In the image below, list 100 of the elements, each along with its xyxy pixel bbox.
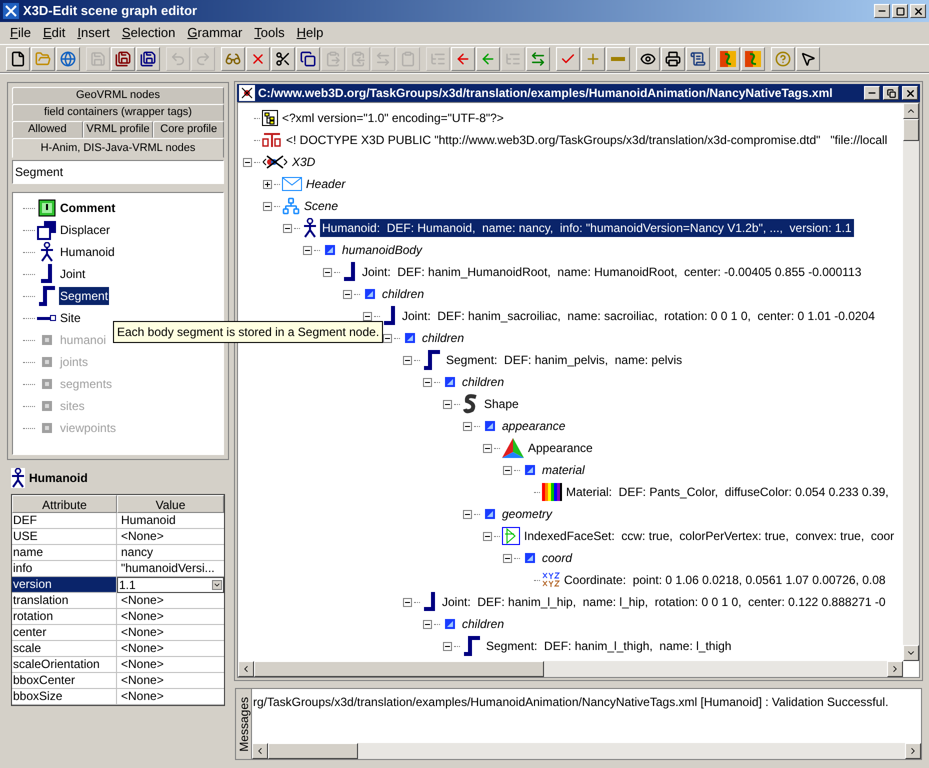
move-up-button[interactable] [476, 47, 500, 71]
expand-toggle[interactable] [422, 378, 432, 386]
cut-button[interactable] [271, 47, 295, 71]
tree-node[interactable]: children [420, 329, 466, 347]
tree-node[interactable]: Segment: DEF: hanim_l_thigh, name: l_thigh [484, 637, 734, 655]
palette-item[interactable]: Segment [59, 287, 110, 305]
help-button[interactable] [771, 47, 795, 71]
tree-node[interactable]: X3D [290, 153, 318, 171]
save-all-button[interactable] [136, 47, 160, 71]
context-help-button[interactable] [796, 47, 820, 71]
palette-item[interactable]: Humanoid [59, 243, 116, 261]
attribute-cell[interactable]: scaleOrientation [12, 657, 117, 673]
tree-node[interactable]: Material: DEF: Pants_Color, diffuseColor: 0.054 0.233 0.39, [564, 483, 891, 501]
collapse-button[interactable] [606, 47, 630, 71]
validate-button[interactable] [556, 47, 580, 71]
copy-button[interactable] [296, 47, 320, 71]
tree-node[interactable]: children [460, 615, 506, 633]
tree-node[interactable]: Scene [302, 197, 340, 215]
horizontal-scrollbar[interactable] [238, 661, 903, 677]
tree-node[interactable]: geometry [500, 505, 554, 523]
expand-toggle[interactable] [502, 554, 512, 562]
attribute-cell[interactable]: bboxSize [12, 689, 117, 705]
expand-toggle[interactable] [262, 180, 272, 188]
attribute-cell[interactable]: translation [12, 593, 117, 609]
expand-toggle[interactable] [362, 312, 372, 320]
find-button[interactable] [221, 47, 245, 71]
column-header[interactable]: Attribute [12, 495, 117, 513]
tree-node[interactable]: Joint: DEF: hanim_sacroiliac, name: sacroiliac, rotation: 0 0 1 0, center: 0 1.01 -0.0204 [400, 307, 877, 325]
tree-node[interactable]: Header [304, 175, 348, 193]
attribute-cell[interactable]: USE [12, 529, 117, 545]
tree-node[interactable]: Humanoid: DEF: Humanoid, name: nancy, info: "humanoidVersion=Nancy V1.2b", ..., version: 1.1 [320, 219, 854, 237]
attribute-cell[interactable]: name [12, 545, 117, 561]
column-header[interactable]: Value [117, 495, 224, 513]
close-button[interactable] [910, 4, 926, 18]
scroll-thumb[interactable] [254, 661, 544, 677]
script-button[interactable] [686, 47, 710, 71]
stylesheet-button[interactable] [716, 47, 740, 71]
tree-node[interactable]: Segment: DEF: hanim_pelvis, name: pelvis [444, 351, 684, 369]
menu-item[interactable]: Insert [71, 23, 116, 43]
reorder-button[interactable] [526, 47, 550, 71]
tree-node[interactable]: humanoidBody [340, 241, 424, 259]
expand-toggle[interactable] [242, 158, 252, 166]
open-button[interactable] [31, 47, 55, 71]
expand-toggle[interactable] [442, 642, 452, 650]
move-left-button[interactable] [451, 47, 475, 71]
menu-item[interactable]: Help [290, 23, 330, 43]
tree-node[interactable]: Joint: DEF: hanim_l_hip, name: l_hip, rotation: 0 0 1 0, center: 0.122 0.888271 -0 [440, 593, 888, 611]
palette-tab[interactable]: VRML profile [82, 121, 154, 138]
view-button[interactable] [636, 47, 660, 71]
palette-tab[interactable]: field containers (wrapper tags) [12, 104, 224, 121]
expand-toggle[interactable] [402, 598, 412, 606]
vertical-scrollbar[interactable] [903, 103, 919, 661]
expand-toggle[interactable] [502, 466, 512, 474]
menu-item[interactable]: Grammar [181, 23, 248, 43]
palette-item[interactable]: Displacer [59, 221, 112, 239]
expand-toggle[interactable] [342, 290, 352, 298]
web-button[interactable] [56, 47, 80, 71]
tree-node[interactable]: children [460, 373, 506, 391]
tree-node[interactable]: IndexedFaceSet: ccw: true, colorPerVertex: true, convex: true, coor [522, 527, 896, 545]
minimize-button[interactable] [864, 86, 880, 100]
attribute-cell[interactable]: scale [12, 641, 117, 657]
expand-toggle[interactable] [482, 532, 492, 540]
attribute-cell[interactable]: version [12, 577, 117, 593]
horizontal-scrollbar[interactable] [252, 743, 921, 759]
menu-item[interactable]: Selection [116, 23, 182, 43]
palette-tab[interactable]: GeoVRML nodes [12, 87, 224, 104]
tree-node[interactable]: Coordinate: point: 0 1.06 0.0218, 0.0561 1.07 0.00726, 0.08 [562, 571, 888, 589]
tree-node[interactable]: coord [540, 549, 574, 567]
minimize-button[interactable] [874, 4, 890, 18]
print-button[interactable] [661, 47, 685, 71]
close-button[interactable] [902, 86, 918, 100]
tree-node[interactable]: children [380, 285, 426, 303]
attribute-cell[interactable]: DEF [12, 513, 117, 529]
tree-node[interactable]: appearance [500, 417, 568, 435]
palette-tab[interactable]: H-Anim, DIS-Java-VRML nodes [12, 138, 224, 158]
expand-toggle[interactable] [462, 422, 472, 430]
expand-toggle[interactable] [282, 224, 292, 232]
save-as-button[interactable] [111, 47, 135, 71]
expand-button[interactable] [581, 47, 605, 71]
expand-toggle[interactable] [442, 400, 452, 408]
scroll-thumb[interactable] [903, 119, 919, 141]
new-button[interactable] [6, 47, 30, 71]
attribute-cell[interactable]: bboxCenter [12, 673, 117, 689]
delete-button[interactable] [246, 47, 270, 71]
maximize-button[interactable] [892, 4, 908, 18]
tree-node[interactable]: material [540, 461, 587, 479]
tree-node[interactable]: Joint: DEF: hanim_HumanoidRoot, name: HumanoidRoot, center: -0.00405 0.855 -0.000113 [360, 263, 864, 281]
menu-item[interactable]: Edit [36, 23, 72, 43]
value-combobox[interactable]: 1.1 [117, 577, 224, 593]
palette-item[interactable]: Joint [59, 265, 86, 283]
stylesheet-button[interactable] [741, 47, 765, 71]
palette-tab[interactable]: Allowed [12, 121, 83, 138]
menu-item[interactable]: File [4, 23, 37, 43]
attribute-cell[interactable]: center [12, 625, 117, 641]
expand-toggle[interactable] [422, 620, 432, 628]
expand-toggle[interactable] [322, 268, 332, 276]
attribute-cell[interactable]: rotation [12, 609, 117, 625]
expand-toggle[interactable] [262, 202, 272, 210]
palette-item[interactable]: Site [59, 309, 82, 327]
restore-button[interactable] [883, 86, 899, 100]
